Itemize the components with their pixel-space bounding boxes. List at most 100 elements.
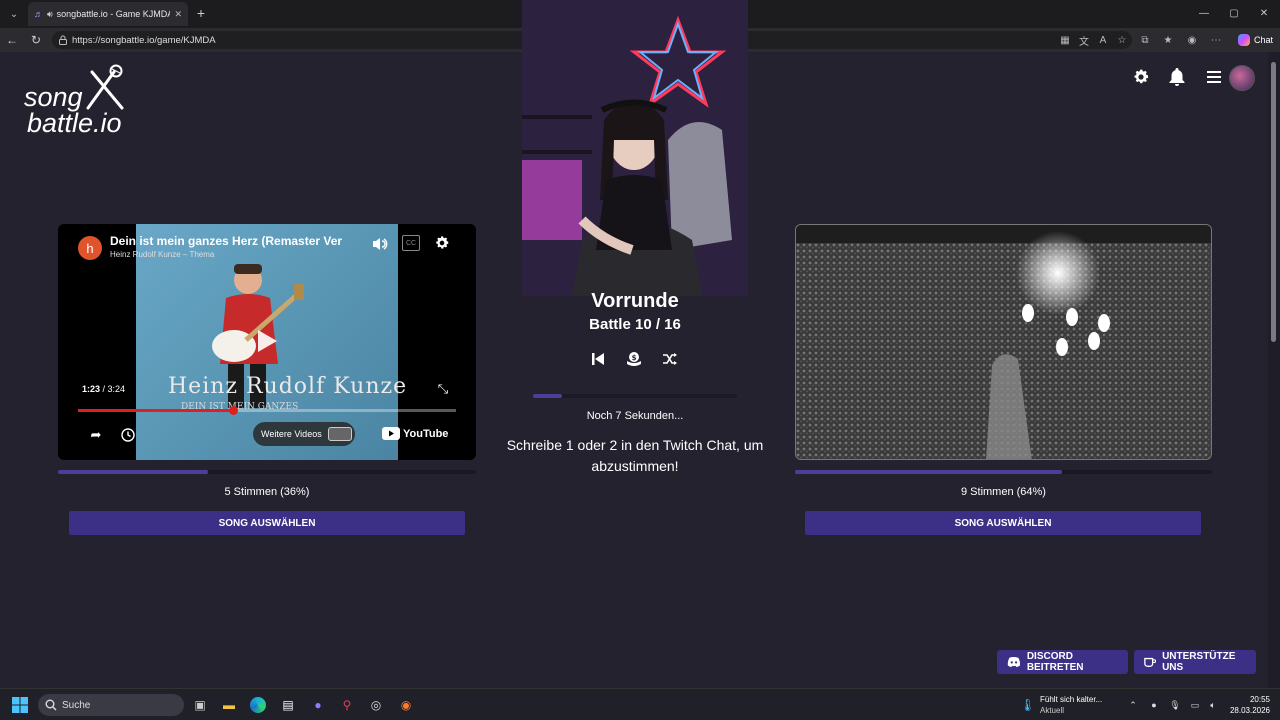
search-label: Suche bbox=[62, 699, 91, 711]
fullscreen-expand-icon[interactable]: ⤡ bbox=[434, 380, 452, 398]
donate-coin-icon[interactable]: $ bbox=[625, 350, 643, 368]
weather-widget[interactable]: 🌡︎ Fühlt sich kalter... Aktuell bbox=[1020, 693, 1130, 717]
translate-icon[interactable]: 文 bbox=[1077, 33, 1091, 48]
thermometer-icon: 🌡︎ bbox=[1020, 698, 1036, 712]
more-menu-icon[interactable]: ⋯ bbox=[1209, 33, 1223, 47]
round-title: Vorrunde bbox=[591, 290, 679, 312]
left-song-video[interactable]: Heinz Rudolf Kunze DEIN IST MEIN GANZES … bbox=[58, 224, 476, 460]
tab-list-chevron-icon[interactable]: ⌄ bbox=[4, 5, 24, 23]
microphone-icon[interactable]: 🎙︎ bbox=[1169, 699, 1181, 711]
left-vote-bar bbox=[58, 470, 476, 474]
maps-pin-icon[interactable]: ⚲ bbox=[337, 695, 357, 715]
task-view-icon[interactable]: ▣ bbox=[190, 695, 210, 715]
notification-bell-icon[interactable] bbox=[1166, 66, 1188, 88]
taskbar-clock[interactable]: 20:55 28.03.2026 bbox=[1224, 694, 1270, 716]
edge-browser-icon[interactable] bbox=[248, 695, 268, 715]
site-info-icon[interactable] bbox=[58, 35, 68, 45]
hamburger-menu-icon[interactable] bbox=[1203, 66, 1225, 88]
copilot-chat-button[interactable]: Chat bbox=[1232, 31, 1279, 49]
subtitles-cc-icon[interactable]: CC bbox=[402, 235, 420, 251]
favorites-icon[interactable]: ★ bbox=[1161, 33, 1175, 47]
windows-start-icon[interactable] bbox=[12, 697, 28, 713]
microphone-logo-icon bbox=[86, 64, 124, 110]
right-vote-count: 9 Stimmen (64%) bbox=[961, 486, 1046, 498]
close-window-button[interactable]: ✕ bbox=[1252, 4, 1276, 22]
taskbar-search[interactable]: Suche bbox=[38, 694, 184, 716]
streamer-webcam-overlay bbox=[522, 0, 748, 296]
right-song-video[interactable] bbox=[795, 224, 1212, 460]
video-time: 1:23 / 3:24 bbox=[82, 384, 126, 394]
coffee-cup-icon bbox=[1144, 657, 1157, 667]
concert-crowd-image bbox=[796, 225, 1211, 459]
right-vote-fill bbox=[795, 470, 1062, 474]
obs-studio-icon[interactable]: ◎ bbox=[366, 695, 386, 715]
notes-app-icon[interactable]: ▤ bbox=[278, 695, 298, 715]
read-aloud-icon[interactable]: A bbox=[1096, 33, 1110, 47]
battle-counter: Battle 10 / 16 bbox=[589, 316, 681, 333]
channel-avatar[interactable]: h bbox=[78, 236, 102, 260]
minimize-button[interactable]: — bbox=[1192, 4, 1216, 22]
scrollbar-thumb[interactable] bbox=[1271, 62, 1276, 342]
webcam-feed-image bbox=[522, 0, 748, 296]
tab-close-icon[interactable]: ✕ bbox=[174, 9, 182, 20]
new-tab-button[interactable]: + bbox=[192, 4, 210, 22]
countdown-timer-fill bbox=[533, 394, 562, 398]
youtube-play-icon bbox=[382, 427, 400, 440]
browser-tab[interactable]: ♬ 🔊︎ songbattle.io - Game KJMDA ✕ bbox=[28, 2, 188, 26]
video-scrubber-handle[interactable] bbox=[228, 406, 238, 415]
extensions-icon[interactable]: ⧉ bbox=[1138, 33, 1152, 47]
join-discord-button[interactable]: DISCORD BEITRETEN bbox=[997, 650, 1128, 674]
favorite-star-icon[interactable]: ☆ bbox=[1115, 33, 1129, 47]
video-progress-bar[interactable] bbox=[78, 406, 456, 415]
file-explorer-icon[interactable]: ▬ bbox=[219, 695, 239, 715]
watch-later-clock-icon[interactable] bbox=[120, 427, 136, 443]
logo-text-battle: battle.io bbox=[27, 108, 122, 138]
weather-subtext: Aktuell bbox=[1040, 706, 1065, 715]
right-vote-bar bbox=[795, 470, 1212, 474]
discord-icon bbox=[1007, 657, 1021, 668]
chat-label: Chat bbox=[1254, 35, 1274, 45]
youtube-logo[interactable]: YouTube bbox=[382, 427, 448, 440]
more-videos-button[interactable]: Weitere Videos bbox=[253, 422, 355, 446]
select-right-song-button[interactable]: SONG AUSWÄHLEN bbox=[805, 511, 1201, 535]
back-arrow-icon[interactable]: ← bbox=[4, 32, 20, 48]
video-artist: Heinz Rudolf Kunze – Thema bbox=[110, 250, 215, 259]
reload-icon[interactable]: ↻ bbox=[28, 32, 44, 48]
copilot-icon bbox=[1238, 34, 1250, 46]
discord-taskbar-icon[interactable]: ● bbox=[308, 695, 328, 715]
songbattle-logo[interactable]: song battle.io bbox=[24, 64, 164, 144]
weather-text: Fühlt sich kalter... bbox=[1040, 695, 1103, 704]
display-icon[interactable]: ▭ bbox=[1189, 699, 1201, 711]
maximize-button[interactable]: ▢ bbox=[1222, 4, 1246, 22]
left-vote-fill bbox=[58, 470, 209, 474]
support-us-button[interactable]: UNTERSTÜTZE UNS bbox=[1134, 650, 1256, 674]
select-left-song-button[interactable]: SONG AUSWÄHLEN bbox=[69, 511, 465, 535]
tab-title: songbattle.io - Game KJMDA bbox=[56, 9, 171, 19]
page-content: song battle.io Heinz Rudolf Kunze DEIN I… bbox=[0, 0, 1268, 688]
user-avatar[interactable] bbox=[1229, 65, 1255, 91]
svg-text:$: $ bbox=[632, 354, 637, 362]
tray-app-icon[interactable]: ● bbox=[1148, 699, 1160, 711]
speaker-icon[interactable]: 🔈︎ bbox=[1207, 699, 1219, 711]
play-icon[interactable] bbox=[254, 328, 280, 354]
firefox-icon[interactable]: ◉ bbox=[396, 695, 416, 715]
shuffle-icon[interactable] bbox=[661, 350, 679, 368]
app-view-icon[interactable]: ▦ bbox=[1058, 33, 1072, 47]
clock-time: 20:55 bbox=[1249, 695, 1270, 704]
video-progress-fill bbox=[78, 409, 233, 412]
tab-audio-icon[interactable]: 🔊︎ bbox=[47, 9, 53, 20]
page-scrollbar[interactable] bbox=[1268, 52, 1280, 688]
previous-battle-icon[interactable] bbox=[589, 350, 607, 368]
video-settings-gear-icon[interactable] bbox=[432, 233, 452, 253]
clock-date: 28.03.2026 bbox=[1229, 706, 1270, 715]
share-arrow-icon[interactable]: ➦ bbox=[88, 427, 104, 443]
profile-icon[interactable]: ◉ bbox=[1185, 33, 1199, 47]
countdown-text: Noch 7 Sekunden... bbox=[586, 410, 684, 422]
url-text: https://songbattle.io/game/KJMDA bbox=[72, 34, 216, 46]
settings-gear-icon[interactable] bbox=[1130, 66, 1152, 88]
left-vote-count: 5 Stimmen (36%) bbox=[224, 486, 310, 498]
tray-chevron-icon[interactable]: ⌃ bbox=[1127, 699, 1139, 711]
volume-icon[interactable] bbox=[370, 234, 390, 254]
search-icon bbox=[45, 699, 57, 711]
video-title[interactable]: Dein ist mein ganzes Herz (Remaster Ver bbox=[110, 234, 355, 248]
